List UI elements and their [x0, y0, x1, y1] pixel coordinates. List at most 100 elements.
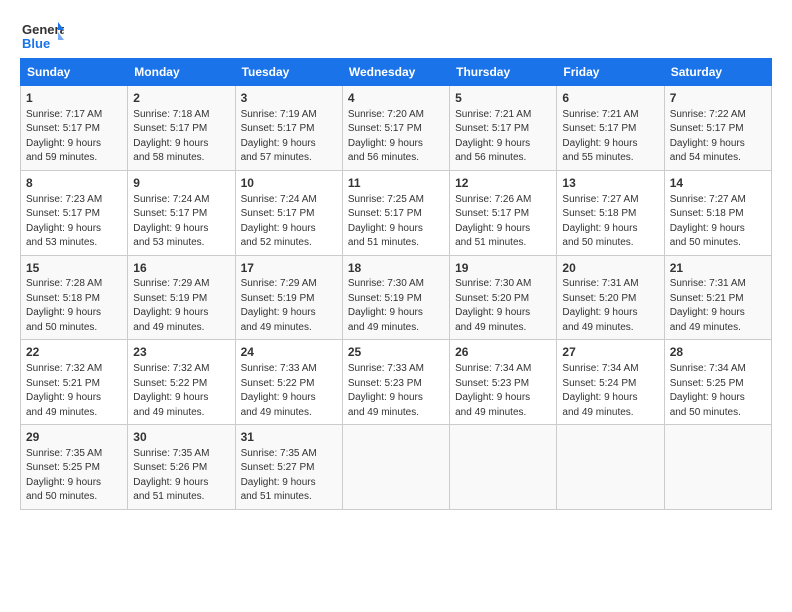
day-number: 28: [670, 344, 766, 361]
cell-1-3: 3Sunrise: 7:19 AMSunset: 5:17 PMDaylight…: [235, 86, 342, 171]
cell-4-4: 25Sunrise: 7:33 AMSunset: 5:23 PMDayligh…: [342, 340, 449, 425]
day-number: 11: [348, 175, 444, 192]
cell-3-4: 18Sunrise: 7:30 AMSunset: 5:19 PMDayligh…: [342, 255, 449, 340]
cell-4-2: 23Sunrise: 7:32 AMSunset: 5:22 PMDayligh…: [128, 340, 235, 425]
cell-1-2: 2Sunrise: 7:18 AMSunset: 5:17 PMDaylight…: [128, 86, 235, 171]
cell-content: Sunrise: 7:28 AMSunset: 5:18 PMDaylight:…: [26, 277, 122, 335]
cell-5-6: [557, 425, 664, 510]
day-number: 19: [455, 260, 551, 277]
cell-content: Sunrise: 7:34 AMSunset: 5:24 PMDaylight:…: [562, 362, 658, 420]
cell-content: Sunrise: 7:35 AMSunset: 5:27 PMDaylight:…: [241, 447, 337, 505]
cell-content: Sunrise: 7:23 AMSunset: 5:17 PMDaylight:…: [26, 193, 122, 251]
cell-content: Sunrise: 7:29 AMSunset: 5:19 PMDaylight:…: [133, 277, 229, 335]
cell-4-3: 24Sunrise: 7:33 AMSunset: 5:22 PMDayligh…: [235, 340, 342, 425]
cell-2-5: 12Sunrise: 7:26 AMSunset: 5:17 PMDayligh…: [450, 170, 557, 255]
col-header-saturday: Saturday: [664, 59, 771, 86]
day-number: 7: [670, 90, 766, 107]
day-number: 29: [26, 429, 122, 446]
week-row-1: 1Sunrise: 7:17 AMSunset: 5:17 PMDaylight…: [21, 86, 772, 171]
calendar-table: SundayMondayTuesdayWednesdayThursdayFrid…: [20, 58, 772, 510]
cell-5-5: [450, 425, 557, 510]
day-number: 14: [670, 175, 766, 192]
cell-content: Sunrise: 7:24 AMSunset: 5:17 PMDaylight:…: [241, 193, 337, 251]
cell-3-5: 19Sunrise: 7:30 AMSunset: 5:20 PMDayligh…: [450, 255, 557, 340]
day-number: 4: [348, 90, 444, 107]
page: General Blue SundayMondayTuesdayWednesda…: [0, 0, 792, 520]
cell-5-1: 29Sunrise: 7:35 AMSunset: 5:25 PMDayligh…: [21, 425, 128, 510]
svg-text:General: General: [22, 22, 64, 37]
cell-4-6: 27Sunrise: 7:34 AMSunset: 5:24 PMDayligh…: [557, 340, 664, 425]
cell-1-6: 6Sunrise: 7:21 AMSunset: 5:17 PMDaylight…: [557, 86, 664, 171]
day-number: 9: [133, 175, 229, 192]
day-number: 16: [133, 260, 229, 277]
cell-content: Sunrise: 7:35 AMSunset: 5:25 PMDaylight:…: [26, 447, 122, 505]
cell-content: Sunrise: 7:21 AMSunset: 5:17 PMDaylight:…: [562, 108, 658, 166]
cell-1-4: 4Sunrise: 7:20 AMSunset: 5:17 PMDaylight…: [342, 86, 449, 171]
header-row: SundayMondayTuesdayWednesdayThursdayFrid…: [21, 59, 772, 86]
week-row-2: 8Sunrise: 7:23 AMSunset: 5:17 PMDaylight…: [21, 170, 772, 255]
cell-content: Sunrise: 7:27 AMSunset: 5:18 PMDaylight:…: [562, 193, 658, 251]
day-number: 15: [26, 260, 122, 277]
cell-content: Sunrise: 7:21 AMSunset: 5:17 PMDaylight:…: [455, 108, 551, 166]
cell-content: Sunrise: 7:31 AMSunset: 5:21 PMDaylight:…: [670, 277, 766, 335]
cell-content: Sunrise: 7:30 AMSunset: 5:19 PMDaylight:…: [348, 277, 444, 335]
cell-content: Sunrise: 7:29 AMSunset: 5:19 PMDaylight:…: [241, 277, 337, 335]
day-number: 13: [562, 175, 658, 192]
day-number: 30: [133, 429, 229, 446]
week-row-4: 22Sunrise: 7:32 AMSunset: 5:21 PMDayligh…: [21, 340, 772, 425]
cell-2-3: 10Sunrise: 7:24 AMSunset: 5:17 PMDayligh…: [235, 170, 342, 255]
cell-2-7: 14Sunrise: 7:27 AMSunset: 5:18 PMDayligh…: [664, 170, 771, 255]
col-header-thursday: Thursday: [450, 59, 557, 86]
day-number: 18: [348, 260, 444, 277]
day-number: 24: [241, 344, 337, 361]
day-number: 26: [455, 344, 551, 361]
logo: General Blue: [20, 18, 64, 54]
day-number: 8: [26, 175, 122, 192]
day-number: 1: [26, 90, 122, 107]
cell-content: Sunrise: 7:33 AMSunset: 5:23 PMDaylight:…: [348, 362, 444, 420]
cell-content: Sunrise: 7:34 AMSunset: 5:25 PMDaylight:…: [670, 362, 766, 420]
cell-1-7: 7Sunrise: 7:22 AMSunset: 5:17 PMDaylight…: [664, 86, 771, 171]
day-number: 21: [670, 260, 766, 277]
cell-2-4: 11Sunrise: 7:25 AMSunset: 5:17 PMDayligh…: [342, 170, 449, 255]
cell-1-5: 5Sunrise: 7:21 AMSunset: 5:17 PMDaylight…: [450, 86, 557, 171]
cell-2-6: 13Sunrise: 7:27 AMSunset: 5:18 PMDayligh…: [557, 170, 664, 255]
cell-content: Sunrise: 7:25 AMSunset: 5:17 PMDaylight:…: [348, 193, 444, 251]
cell-content: Sunrise: 7:30 AMSunset: 5:20 PMDaylight:…: [455, 277, 551, 335]
cell-3-3: 17Sunrise: 7:29 AMSunset: 5:19 PMDayligh…: [235, 255, 342, 340]
cell-content: Sunrise: 7:24 AMSunset: 5:17 PMDaylight:…: [133, 193, 229, 251]
day-number: 23: [133, 344, 229, 361]
cell-4-7: 28Sunrise: 7:34 AMSunset: 5:25 PMDayligh…: [664, 340, 771, 425]
cell-content: Sunrise: 7:26 AMSunset: 5:17 PMDaylight:…: [455, 193, 551, 251]
cell-content: Sunrise: 7:35 AMSunset: 5:26 PMDaylight:…: [133, 447, 229, 505]
cell-content: Sunrise: 7:32 AMSunset: 5:21 PMDaylight:…: [26, 362, 122, 420]
cell-5-3: 31Sunrise: 7:35 AMSunset: 5:27 PMDayligh…: [235, 425, 342, 510]
day-number: 20: [562, 260, 658, 277]
col-header-sunday: Sunday: [21, 59, 128, 86]
week-row-5: 29Sunrise: 7:35 AMSunset: 5:25 PMDayligh…: [21, 425, 772, 510]
day-number: 10: [241, 175, 337, 192]
col-header-wednesday: Wednesday: [342, 59, 449, 86]
day-number: 6: [562, 90, 658, 107]
col-header-tuesday: Tuesday: [235, 59, 342, 86]
cell-3-7: 21Sunrise: 7:31 AMSunset: 5:21 PMDayligh…: [664, 255, 771, 340]
col-header-friday: Friday: [557, 59, 664, 86]
cell-2-2: 9Sunrise: 7:24 AMSunset: 5:17 PMDaylight…: [128, 170, 235, 255]
col-header-monday: Monday: [128, 59, 235, 86]
cell-5-4: [342, 425, 449, 510]
day-number: 3: [241, 90, 337, 107]
cell-content: Sunrise: 7:33 AMSunset: 5:22 PMDaylight:…: [241, 362, 337, 420]
cell-1-1: 1Sunrise: 7:17 AMSunset: 5:17 PMDaylight…: [21, 86, 128, 171]
cell-4-5: 26Sunrise: 7:34 AMSunset: 5:23 PMDayligh…: [450, 340, 557, 425]
cell-content: Sunrise: 7:22 AMSunset: 5:17 PMDaylight:…: [670, 108, 766, 166]
svg-text:Blue: Blue: [22, 36, 50, 51]
cell-5-2: 30Sunrise: 7:35 AMSunset: 5:26 PMDayligh…: [128, 425, 235, 510]
day-number: 27: [562, 344, 658, 361]
day-number: 5: [455, 90, 551, 107]
day-number: 17: [241, 260, 337, 277]
cell-content: Sunrise: 7:18 AMSunset: 5:17 PMDaylight:…: [133, 108, 229, 166]
cell-content: Sunrise: 7:34 AMSunset: 5:23 PMDaylight:…: [455, 362, 551, 420]
day-number: 31: [241, 429, 337, 446]
day-number: 12: [455, 175, 551, 192]
cell-4-1: 22Sunrise: 7:32 AMSunset: 5:21 PMDayligh…: [21, 340, 128, 425]
